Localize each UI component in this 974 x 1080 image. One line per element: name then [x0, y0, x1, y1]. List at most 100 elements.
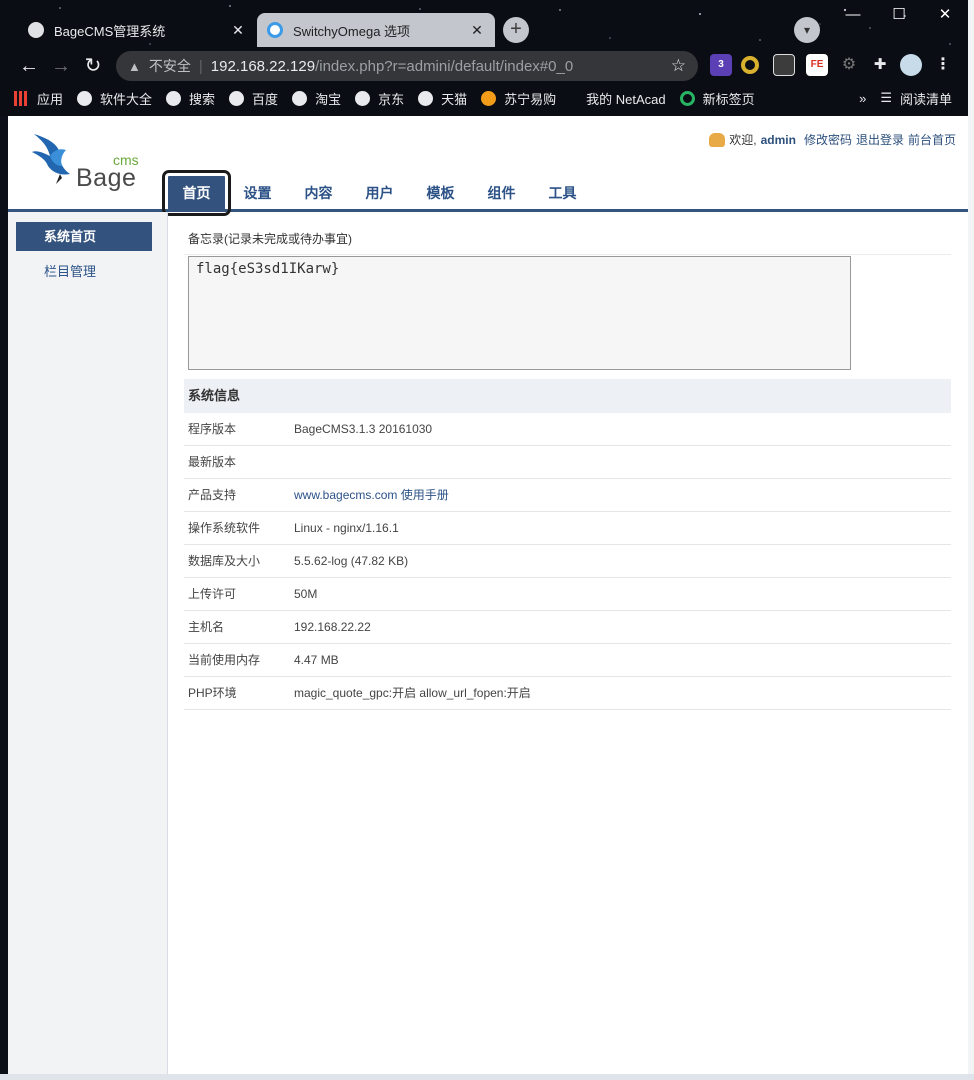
info-value: BageCMS3.1.3 20161030 — [294, 422, 433, 436]
url-host: 192.168.22.129 — [210, 57, 316, 75]
info-key: 程序版本 — [188, 422, 237, 436]
bookmark-suning[interactable]: 苏宁易购 — [481, 89, 556, 108]
table-row: 当前使用内存 4.47 MB — [184, 644, 951, 677]
table-row: 产品支持 www.bagecms.com 使用手册 — [184, 479, 951, 512]
info-key: 产品支持 — [188, 488, 237, 502]
bookmarks-overflow-button[interactable]: » — [859, 91, 866, 106]
memo-textarea[interactable]: flag{eS3sd1IKarw} — [188, 256, 851, 370]
reload-icon[interactable]: ↻ — [80, 53, 106, 79]
bookmark-apps[interactable]: 应用 — [14, 89, 63, 108]
bookmark-search[interactable]: 搜索 — [166, 89, 215, 108]
system-info-heading: 系统信息 — [184, 379, 951, 413]
bookmark-software[interactable]: 软件大全 — [77, 89, 152, 108]
globe-icon — [292, 90, 308, 106]
main-nav: 首页 设置 内容 用户 模板 组件 工具 — [8, 166, 968, 216]
bagecms-website-link[interactable]: www.bagecms.com — [294, 488, 397, 502]
divider — [184, 254, 951, 255]
globe-icon — [229, 90, 245, 106]
nav-tab-templates[interactable]: 模板 — [412, 176, 469, 210]
table-row: 主机名 192.168.22.22 — [184, 611, 951, 644]
warning-icon: ▲ — [128, 58, 141, 74]
info-key: 上传许可 — [188, 587, 237, 601]
bookmark-label: 苏宁易购 — [504, 91, 557, 107]
username: admin — [760, 132, 796, 147]
change-password-link[interactable]: 修改密码 — [804, 131, 852, 148]
bookmark-baidu[interactable]: 百度 — [229, 89, 278, 108]
switchyomega-icon — [267, 22, 283, 38]
browser-toolbar: ← → ↻ ▲ 不安全 | 192.168.22.129 /index.php?… — [0, 49, 968, 83]
tab-title: SwitchyOmega 选项 — [293, 23, 411, 39]
more-menu-icon[interactable]: ⋮ — [932, 54, 954, 76]
table-row: 上传许可 50M — [184, 578, 951, 611]
bookmark-jd[interactable]: 京东 — [355, 89, 404, 108]
bookmark-label: 新标签页 — [702, 91, 755, 107]
bookmark-netacad[interactable]: 我的 NetAcad — [586, 89, 665, 108]
globe-icon — [418, 90, 434, 106]
memo-label: 备忘录(记录未完成或待办事宜) — [188, 232, 352, 246]
bookmark-label: 搜索 — [189, 91, 216, 107]
maximize-button[interactable]: ☐ — [876, 0, 922, 32]
ring-extension-icon[interactable] — [741, 56, 759, 74]
bookmark-label: 天猫 — [441, 91, 468, 107]
table-row: 操作系统软件 Linux - nginx/1.16.1 — [184, 512, 951, 545]
bookmark-star-icon[interactable]: ☆ — [671, 56, 686, 76]
info-key: 数据库及大小 — [188, 554, 261, 568]
sidebar-item-system-home[interactable]: 系统首页 — [16, 222, 152, 251]
tab-search-button[interactable]: ▾ — [794, 17, 820, 43]
info-value: magic_quote_gpc:开启 allow_url_fopen:开启 — [294, 686, 531, 700]
bookmark-label: 应用 — [37, 91, 64, 107]
nav-tab-home[interactable]: 首页 — [162, 170, 231, 216]
user-icon — [709, 132, 726, 147]
bookmark-tmall[interactable]: 天猫 — [418, 89, 467, 108]
new-tab-page-icon — [679, 90, 695, 106]
tab-title: BageCMS管理系统 — [54, 23, 166, 39]
close-tab-icon[interactable]: ✕ — [230, 22, 246, 39]
globe-icon — [77, 90, 93, 106]
profile-avatar[interactable] — [900, 54, 922, 76]
new-tab-button[interactable]: + — [503, 17, 529, 43]
owl-extension-icon[interactable] — [773, 54, 795, 76]
user-manual-link[interactable]: 使用手册 — [401, 488, 449, 502]
frontend-home-link[interactable]: 前台首页 — [908, 131, 956, 148]
table-row: 最新版本 — [184, 446, 951, 479]
logout-link[interactable]: 退出登录 — [856, 131, 904, 148]
browser-chrome: BageCMS管理系统 ✕ SwitchyOmega 选项 ✕ + ▾ — ☐ … — [0, 0, 968, 116]
address-bar[interactable]: ▲ 不安全 | 192.168.22.129 /index.php?r=admi… — [116, 51, 698, 81]
minimize-button[interactable]: — — [830, 0, 876, 32]
puzzle-extensions-icon[interactable]: ✚ — [869, 54, 891, 76]
nav-tab-users[interactable]: 用户 — [351, 176, 408, 210]
info-key: 操作系统软件 — [188, 521, 261, 535]
info-key: 当前使用内存 — [188, 653, 261, 667]
bookmark-label: 京东 — [378, 91, 405, 107]
sidebar-item-category-manage[interactable]: 栏目管理 — [16, 257, 152, 286]
apps-grid-icon — [14, 90, 29, 106]
tab-switchyomega[interactable]: SwitchyOmega 选项 ✕ — [257, 13, 495, 47]
extension-badge-icon[interactable]: 3 — [710, 54, 732, 76]
taskbar-edge — [0, 1074, 974, 1080]
globe-icon — [355, 90, 371, 106]
back-arrow-icon[interactable]: ← — [16, 53, 42, 79]
nav-tab-content[interactable]: 内容 — [290, 176, 347, 210]
insecure-label: 不安全 — [148, 58, 191, 74]
bookmark-label: 淘宝 — [315, 91, 342, 107]
nav-tab-tools[interactable]: 工具 — [534, 176, 591, 210]
fe-extension-icon[interactable]: FE — [806, 54, 828, 76]
bookmark-newtab[interactable]: 新标签页 — [679, 89, 755, 108]
bookmarks-bar: 应用 软件大全 搜索 百度 淘宝 京东 天猫 苏宁易购 我的 NetAcad 新… — [0, 85, 968, 111]
tab-bagecms[interactable]: BageCMS管理系统 ✕ — [18, 13, 256, 47]
globe-icon — [28, 22, 44, 38]
info-key: 主机名 — [188, 620, 225, 634]
address-separator: | — [198, 57, 203, 75]
forward-arrow-icon[interactable]: → — [48, 53, 74, 79]
background-window-edge — [968, 0, 974, 1080]
info-value: 50M — [294, 587, 318, 601]
nav-tab-settings[interactable]: 设置 — [229, 176, 286, 210]
bookmark-taobao[interactable]: 淘宝 — [292, 89, 341, 108]
extension-badge-count: 3 — [718, 59, 724, 70]
close-window-button[interactable]: ✕ — [922, 0, 968, 32]
gear-extension-icon[interactable]: ⚙ — [838, 54, 860, 76]
info-value: 5.5.62-log (47.82 KB) — [294, 554, 409, 568]
close-tab-icon[interactable]: ✕ — [469, 22, 485, 39]
reading-list-button[interactable]: ☰ 阅读清单 — [880, 89, 952, 108]
nav-tab-components[interactable]: 组件 — [473, 176, 530, 210]
